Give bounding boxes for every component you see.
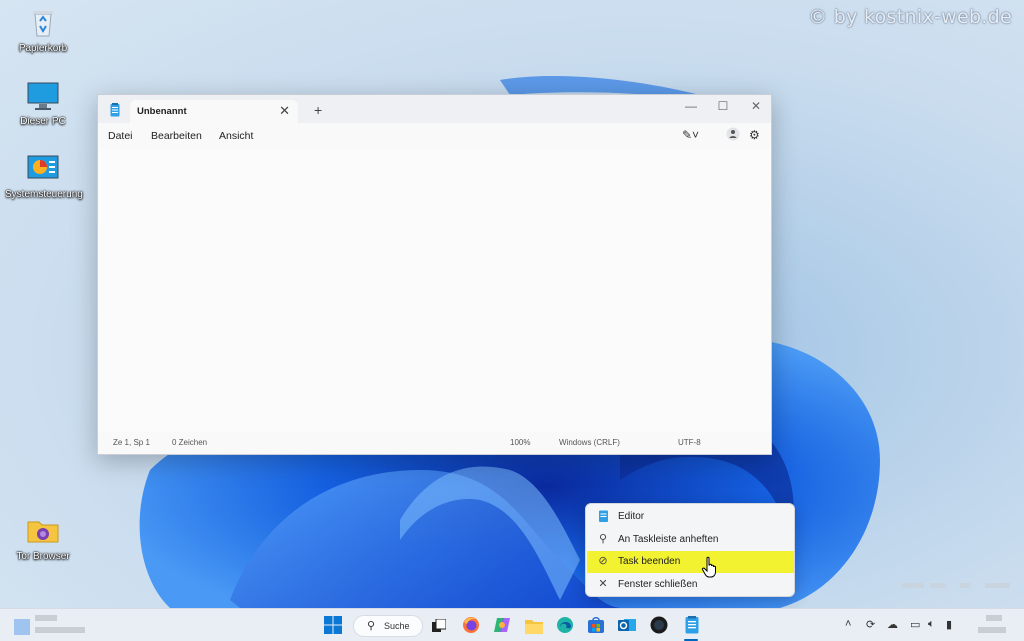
search-box[interactable]: ⚲ Suche	[353, 615, 423, 637]
desktop-icon-label: Tor Browser	[16, 551, 70, 562]
taskbar: ⚲ Suche ˄ ⟳ ☁ ▭ 🔈︎ ▮	[0, 608, 1024, 641]
desktop-icon-this-pc[interactable]: Dieser PC	[5, 79, 81, 127]
minimize-button[interactable]: —	[676, 99, 706, 113]
status-bar: Ze 1, Sp 1 0 Zeichen 100% Windows (CRLF)…	[98, 432, 771, 454]
context-item-label: Task beenden	[618, 556, 681, 567]
monitor-icon	[26, 79, 60, 113]
context-item-label: Fenster schließen	[618, 579, 698, 590]
menu-edit[interactable]: Bearbeiten	[151, 130, 202, 142]
desktop-icon-control-panel[interactable]: Systemsteuerung	[5, 152, 83, 200]
status-char-count: 0 Zeichen	[172, 438, 208, 447]
display-icon[interactable]: ▭	[910, 618, 920, 631]
menu-bar: Datei Bearbeiten Ansicht ✎˅ ⚙	[98, 123, 771, 149]
desktop-icon-label: Dieser PC	[20, 116, 66, 127]
chevron-up-icon[interactable]: ˄	[845, 618, 851, 630]
outlook-icon[interactable]	[618, 616, 638, 636]
status-line-ending[interactable]: Windows (CRLF)	[559, 438, 620, 447]
close-button[interactable]: ✕	[741, 99, 771, 113]
blurred-area	[35, 615, 57, 621]
context-item-end-task[interactable]: ⊘ Task beenden	[587, 551, 794, 573]
pin-icon: ⚲	[598, 533, 608, 545]
notepad-window[interactable]: Unbenannt ✕ + — ☐ ✕ Datei Bearbeiten Ans…	[97, 94, 772, 455]
context-item-label: An Taskleiste anheften	[618, 534, 719, 545]
account-icon[interactable]	[726, 127, 740, 144]
title-bar[interactable]: Unbenannt ✕ + — ☐ ✕	[98, 95, 771, 123]
sync-icon[interactable]: ⟳	[866, 618, 875, 631]
app-icon[interactable]	[650, 616, 670, 636]
context-item-pin-taskbar[interactable]: ⚲ An Taskleiste anheften	[587, 529, 794, 551]
mouse-cursor-icon	[701, 556, 716, 578]
widgets-icon[interactable]	[14, 619, 30, 635]
status-zoom[interactable]: 100%	[510, 438, 530, 447]
battery-icon[interactable]: ▮	[946, 618, 952, 631]
desktop-icon-tor-browser[interactable]: Tor Browser	[5, 514, 81, 562]
text-editor-area[interactable]	[98, 149, 771, 434]
end-task-icon: ⊘	[598, 555, 608, 567]
copilot-icon[interactable]	[493, 616, 513, 636]
edge-icon[interactable]	[556, 616, 576, 636]
blurred-area	[35, 627, 85, 633]
file-explorer-icon[interactable]	[525, 616, 545, 636]
copilot-rewrite-icon[interactable]: ✎˅	[682, 128, 699, 142]
notepad-icon	[110, 103, 120, 117]
start-icon[interactable]	[324, 616, 344, 636]
tab-title: Unbenannt	[137, 106, 187, 117]
menu-file[interactable]: Datei	[108, 130, 133, 142]
settings-gear-icon[interactable]: ⚙	[749, 128, 760, 142]
blurred-area	[902, 583, 924, 588]
blurred-area	[978, 627, 1006, 633]
context-item-close-window[interactable]: ✕ Fenster schließen	[587, 574, 794, 596]
status-position: Ze 1, Sp 1	[113, 438, 150, 447]
search-label: Suche	[384, 621, 410, 631]
close-icon: ✕	[598, 578, 608, 590]
tab-close-button[interactable]: ✕	[279, 103, 290, 119]
search-icon: ⚲	[367, 620, 376, 632]
taskbar-context-menu: Editor ⚲ An Taskleiste anheften ⊘ Task b…	[585, 503, 795, 597]
desktop-icon-label: Papierkorb	[18, 43, 68, 54]
maximize-button[interactable]: ☐	[708, 99, 738, 113]
context-item-label: Editor	[618, 511, 645, 522]
control-panel-icon	[26, 152, 60, 186]
desktop-icon-label: Systemsteuerung	[5, 189, 83, 200]
volume-icon[interactable]: 🔈︎	[928, 618, 935, 631]
store-icon[interactable]	[587, 616, 607, 636]
blurred-area	[985, 583, 1010, 588]
notepad-icon	[597, 510, 609, 522]
status-encoding[interactable]: UTF-8	[678, 438, 701, 447]
desktop-icon-recycle-bin[interactable]: Papierkorb	[5, 6, 81, 54]
watermark: © by kostnix-web.de	[808, 6, 1012, 28]
recycle-bin-icon	[26, 6, 60, 40]
menu-view[interactable]: Ansicht	[219, 130, 253, 142]
blurred-area	[986, 615, 1002, 621]
new-tab-button[interactable]: +	[314, 102, 322, 118]
task-view-icon[interactable]	[432, 616, 452, 636]
notepad-icon[interactable]	[682, 616, 702, 636]
cloud-icon[interactable]: ☁	[887, 618, 898, 631]
firefox-icon[interactable]	[462, 616, 482, 636]
blurred-area	[930, 583, 946, 588]
context-item-editor[interactable]: Editor	[587, 506, 794, 528]
tab-unbenannt[interactable]: Unbenannt ✕	[130, 100, 298, 123]
folder-icon	[26, 514, 60, 548]
blurred-area	[960, 583, 970, 588]
